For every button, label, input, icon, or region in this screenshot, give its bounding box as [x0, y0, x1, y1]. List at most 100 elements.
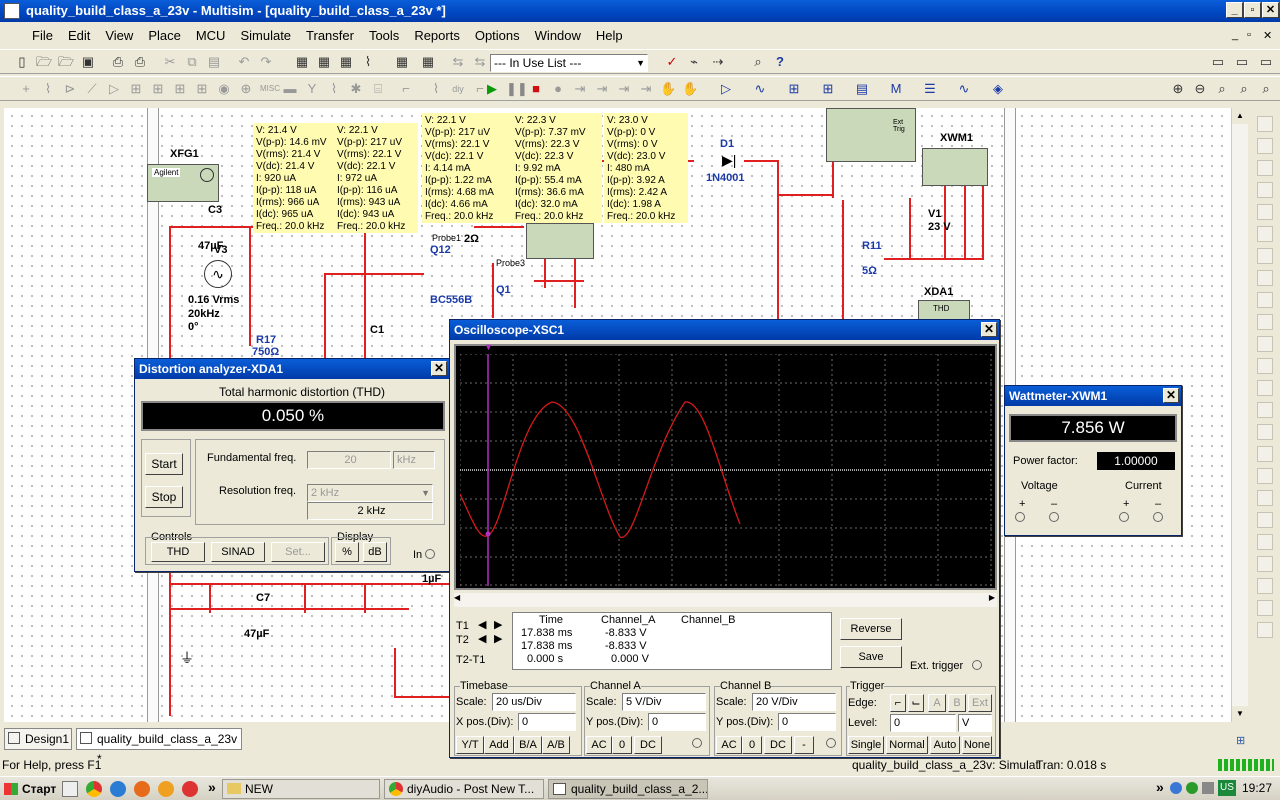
probe-icon[interactable]: ◈: [990, 81, 1006, 97]
menu-transfer[interactable]: Transfer: [300, 28, 363, 43]
view-breadboard-icon[interactable]: ▭: [1210, 54, 1226, 70]
transistor-icon[interactable]: ⟋: [84, 81, 100, 97]
save-icon[interactable]: ▣: [80, 54, 96, 70]
voltage-plus-terminal-icon[interactable]: [1015, 512, 1025, 522]
channel-a-terminal-icon[interactable]: [692, 738, 702, 748]
tray-icon[interactable]: [1170, 782, 1182, 794]
channel-b-terminal-icon[interactable]: [826, 738, 836, 748]
cmos-icon[interactable]: ⊞: [150, 81, 166, 97]
word-generator-icon[interactable]: ☰: [922, 81, 938, 97]
analysis-icon[interactable]: ▷: [718, 81, 734, 97]
channel-a-dc-button[interactable]: DC: [634, 736, 662, 754]
menu-file[interactable]: File: [26, 28, 62, 43]
taskbar-item-new[interactable]: NEW: [222, 779, 380, 799]
t2-right-arrow-icon[interactable]: ▶: [494, 632, 502, 645]
trigger-b-button[interactable]: B: [948, 694, 966, 712]
run-icon[interactable]: ▶: [484, 81, 500, 97]
falling-edge-icon[interactable]: ⌙: [908, 694, 924, 712]
wattmeter-symbol-xwm1[interactable]: [922, 148, 988, 186]
probe-readout[interactable]: V: 23.0 V V(p-p): 0 V V(rms): 0 V V(dc):…: [604, 113, 688, 223]
grapher-icon[interactable]: ⌇: [360, 54, 376, 70]
zoom-fit-icon[interactable]: ⌕: [1236, 81, 1252, 97]
zoom-out-icon[interactable]: ⊖: [1192, 81, 1208, 97]
tray-icon[interactable]: [1186, 782, 1198, 794]
bus-icon[interactable]: ⌐: [398, 81, 414, 97]
tab-quality-build[interactable]: quality_build_class_a_23v *: [76, 728, 242, 766]
measurement-probe-icon[interactable]: [1257, 512, 1273, 528]
indicator-icon[interactable]: ◉: [216, 81, 232, 97]
logic-analyzer-icon[interactable]: ▤: [854, 81, 870, 97]
wattmeter-close-button[interactable]: ✕: [1163, 388, 1179, 403]
redo-icon[interactable]: ↷: [258, 54, 274, 70]
logic-converter-icon[interactable]: [1257, 292, 1273, 308]
thd-button[interactable]: THD: [151, 542, 205, 562]
set-button[interactable]: Set...: [271, 542, 325, 562]
auto-button[interactable]: Auto: [930, 736, 960, 754]
print-preview-icon[interactable]: ⎙: [132, 54, 148, 70]
mixed-icon[interactable]: ⊞: [194, 81, 210, 97]
channel-b-scale-input[interactable]: 20 V/Div: [752, 693, 836, 711]
percent-button[interactable]: %: [335, 542, 359, 562]
oscilloscope-icon[interactable]: ⊞: [820, 81, 836, 97]
channel-b-ypos-input[interactable]: 0: [778, 713, 836, 731]
voltage-probe-icon[interactable]: [1257, 578, 1273, 594]
in-use-list-dropdown[interactable]: --- In Use List --- ▼: [490, 54, 648, 72]
close-button[interactable]: ✕: [1262, 2, 1279, 18]
rf-icon[interactable]: Y: [304, 81, 320, 97]
probe-readout[interactable]: V: 22.3 V V(p-p): 7.37 mV V(rms): 22.3 V…: [512, 113, 602, 223]
taskbar-item-diyaudio[interactable]: diyAudio - Post New T...: [384, 779, 544, 799]
run-to-cursor-icon[interactable]: ⇥: [638, 81, 654, 97]
bode-plotter-icon[interactable]: [1257, 226, 1273, 242]
function-generator-icon[interactable]: [1257, 138, 1273, 154]
cut-icon[interactable]: ✂: [162, 54, 178, 70]
hierarchical-icon[interactable]: ⌸: [370, 81, 386, 97]
workspace-icon[interactable]: ⊞: [1236, 734, 1245, 747]
channel-a-ac-button[interactable]: AC: [586, 736, 612, 754]
xpos-input[interactable]: 0: [518, 713, 576, 731]
zoom-100-icon[interactable]: ⌕: [1258, 81, 1274, 97]
doc-minimize-button[interactable]: _: [1232, 29, 1238, 41]
start-button[interactable]: Start: [145, 453, 183, 475]
level-unit[interactable]: V: [958, 714, 992, 732]
menu-help[interactable]: Help: [590, 28, 632, 43]
function-generator-icon[interactable]: ∿: [752, 81, 768, 97]
scroll-up-icon[interactable]: ▲: [1232, 108, 1248, 124]
zoom-in-icon[interactable]: ⊕: [1170, 81, 1186, 97]
ultiboard-icon[interactable]: ⌁: [686, 54, 702, 70]
save-button[interactable]: Save: [840, 646, 902, 668]
power-icon[interactable]: ⊕: [238, 81, 254, 97]
distortion-symbol[interactable]: THD: [918, 300, 970, 320]
step-out-icon[interactable]: ⇥: [616, 81, 632, 97]
t1-right-arrow-icon[interactable]: ▶: [494, 618, 502, 631]
taskbar-item-multisim[interactable]: quality_build_class_a_2...: [548, 779, 708, 799]
source-icon[interactable]: +: [18, 81, 34, 97]
step-into-icon[interactable]: ⇥: [572, 81, 588, 97]
view-3d-icon[interactable]: ▭: [1234, 54, 1250, 70]
step-over-icon[interactable]: ⇥: [594, 81, 610, 97]
advanced-peripherals-icon[interactable]: ▬: [282, 81, 298, 97]
channel-a-scale-input[interactable]: 5 V/Div: [622, 693, 706, 711]
menu-options[interactable]: Options: [469, 28, 529, 43]
agilent-multimeter-icon[interactable]: [1257, 446, 1273, 462]
diode-icon[interactable]: ⊳: [62, 81, 78, 97]
open-sample-icon[interactable]: 🗁: [58, 54, 74, 70]
in-terminal-icon[interactable]: [425, 549, 435, 559]
misc-icon[interactable]: MISC: [260, 81, 280, 97]
oscilloscope-titlebar[interactable]: Oscilloscope-XSC1 ✕: [450, 320, 999, 340]
channel-b-zero-button[interactable]: 0: [742, 736, 762, 754]
pin-icon[interactable]: [1257, 600, 1273, 616]
bode-plotter-icon[interactable]: M: [888, 81, 904, 97]
probe-readout[interactable]: V: 22.1 V V(p-p): 217 uV V(rms): 22.1 V …: [422, 113, 512, 223]
copy-icon[interactable]: ⧉: [184, 54, 200, 70]
media-player-icon[interactable]: [158, 781, 174, 797]
zoom-area-icon[interactable]: ⌕: [1214, 81, 1230, 97]
menu-mcu[interactable]: MCU: [190, 28, 235, 43]
view-pcb-icon[interactable]: ▭: [1258, 54, 1274, 70]
component-wizard-icon[interactable]: ▦: [394, 54, 410, 70]
current-plus-terminal-icon[interactable]: [1119, 512, 1129, 522]
distortion-analyzer-icon[interactable]: [1257, 358, 1273, 374]
channel-b-dc-button[interactable]: DC: [764, 736, 792, 754]
menu-tools[interactable]: Tools: [363, 28, 408, 43]
place-hb-icon[interactable]: diy: [450, 81, 466, 97]
function-generator-xfg1[interactable]: Agilent: [147, 164, 219, 202]
